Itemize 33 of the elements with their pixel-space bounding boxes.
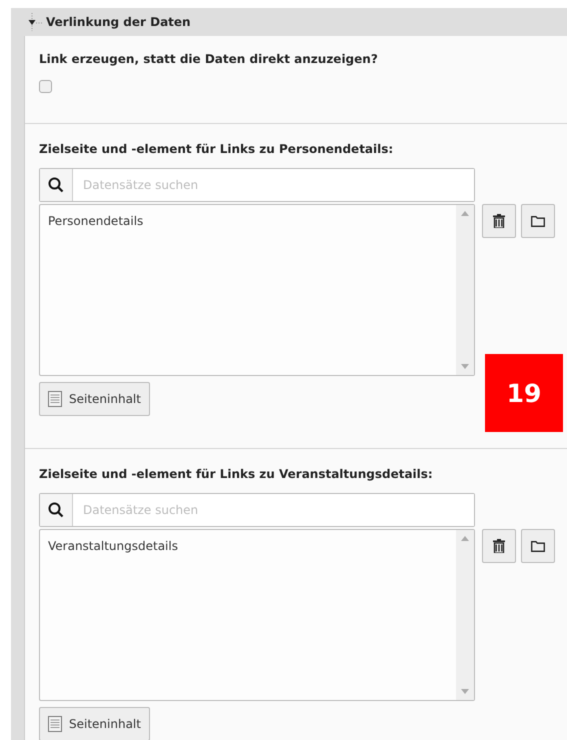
browse-button[interactable] bbox=[521, 204, 555, 238]
step-badge: 19 bbox=[485, 354, 563, 432]
folder-icon bbox=[531, 540, 545, 552]
section-title: Verlinkung der Daten bbox=[46, 15, 191, 29]
add-content-button[interactable]: Seiteninhalt bbox=[39, 382, 150, 416]
scroll-down-icon[interactable] bbox=[461, 364, 469, 369]
folder-icon bbox=[531, 216, 545, 226]
search-icon bbox=[40, 494, 73, 526]
search-field[interactable]: Datensätze suchen bbox=[39, 168, 475, 202]
field-label: Link erzeugen, statt die Daten direkt anzuzeigen? bbox=[39, 52, 379, 66]
document-icon bbox=[48, 391, 62, 407]
record-list[interactable]: Personendetails bbox=[39, 204, 475, 376]
list-item[interactable]: Veranstaltungsdetails bbox=[48, 539, 448, 553]
checkbox[interactable] bbox=[39, 80, 52, 93]
scrollbar[interactable] bbox=[456, 205, 474, 375]
record-list[interactable]: Veranstaltungsdetails bbox=[39, 529, 475, 701]
scroll-up-icon[interactable] bbox=[461, 211, 469, 216]
list-item[interactable]: Personendetails bbox=[48, 214, 448, 228]
delete-button[interactable] bbox=[482, 204, 516, 238]
search-field[interactable]: Datensätze suchen bbox=[39, 493, 475, 527]
trash-icon bbox=[493, 214, 505, 228]
scroll-down-icon[interactable] bbox=[461, 689, 469, 694]
search-icon bbox=[40, 169, 73, 201]
trash-icon bbox=[493, 539, 505, 553]
collapse-toggle-icon[interactable] bbox=[28, 13, 42, 31]
delete-button[interactable] bbox=[482, 529, 516, 563]
scroll-up-icon[interactable] bbox=[461, 536, 469, 541]
field-label: Zielseite und -element für Links zu Veranstaltungsdetails: bbox=[39, 467, 434, 481]
document-icon bbox=[48, 716, 62, 732]
add-content-button[interactable]: Seiteninhalt bbox=[39, 707, 150, 740]
field-label: Zielseite und -element für Links zu Personendetails: bbox=[39, 142, 394, 156]
browse-button[interactable] bbox=[521, 529, 555, 563]
scrollbar[interactable] bbox=[456, 530, 474, 700]
